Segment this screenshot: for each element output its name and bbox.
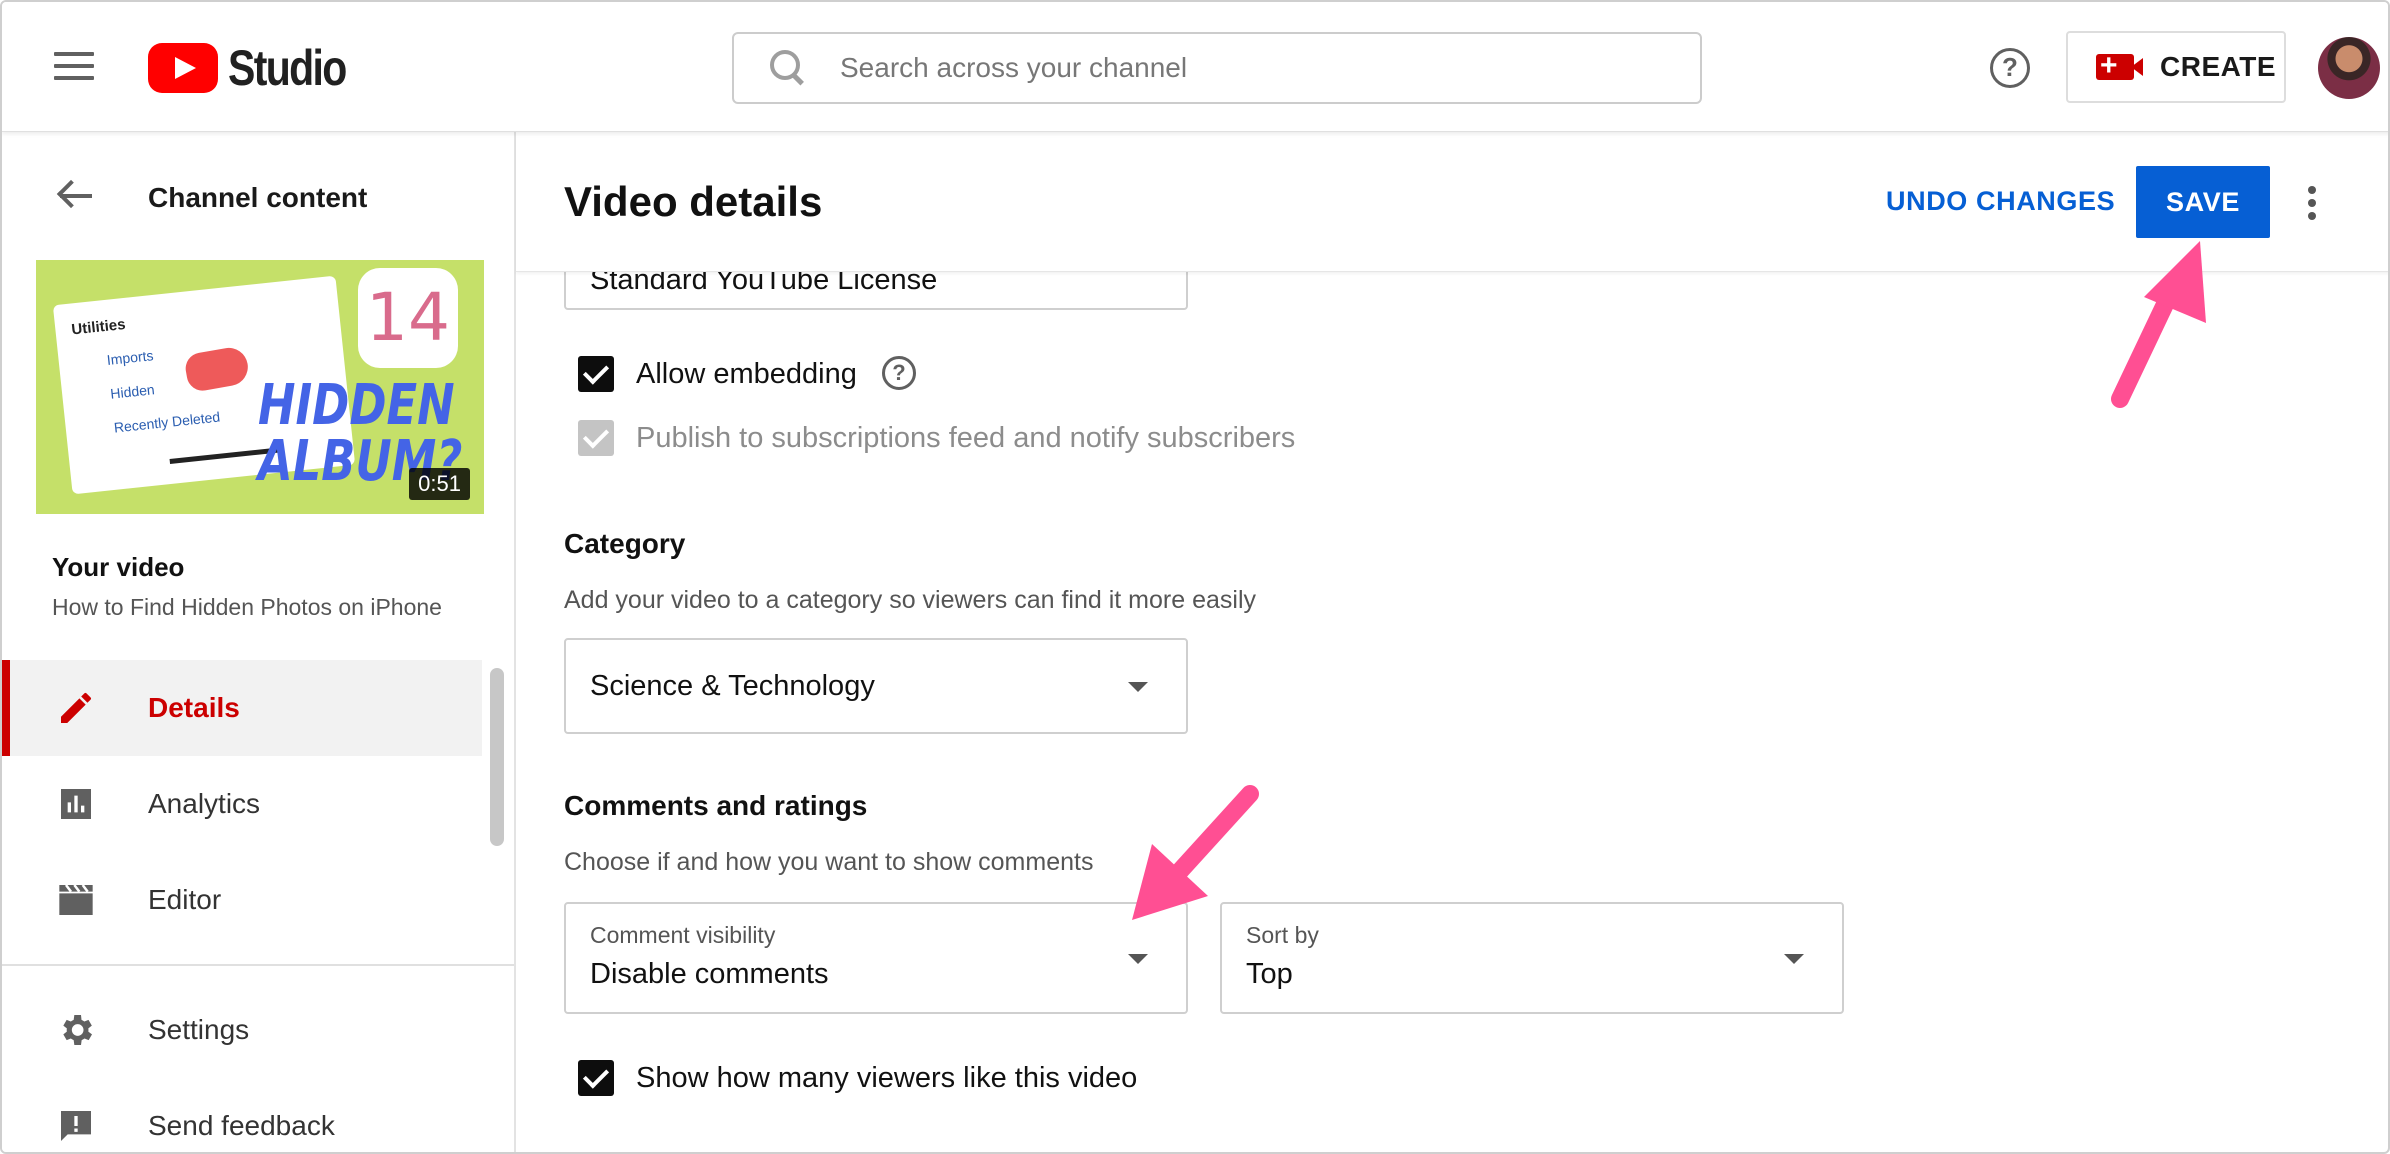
sidebar-item-label: Details <box>148 692 240 723</box>
category-dropdown[interactable]: Science & Technology <box>564 638 1188 734</box>
video-thumbnail[interactable]: Utilities Imports Hidden Recently Delete… <box>36 260 484 514</box>
more-options-icon[interactable] <box>2304 186 2320 222</box>
app-window: Studio ? CREATE Channel content Utilitie… <box>0 0 2390 1154</box>
allow-embedding-label: Allow embedding <box>636 358 857 390</box>
create-button[interactable]: CREATE <box>2066 31 2286 103</box>
clapperboard-icon <box>59 884 93 915</box>
thumbnail-card-row: Imports <box>106 347 155 368</box>
sidebar: Channel content Utilities Imports Hidden… <box>2 132 516 1152</box>
save-button[interactable]: SAVE <box>2136 166 2270 238</box>
details-header: Video details UNDO CHANGES SAVE <box>516 132 2388 272</box>
sidebar-item-editor[interactable]: Editor <box>2 852 482 948</box>
avatar[interactable] <box>2318 37 2380 99</box>
logo-text: Studio <box>228 40 347 96</box>
comment-visibility-caption: Comment visibility <box>590 922 776 948</box>
sidebar-item-settings[interactable]: Settings <box>2 982 482 1078</box>
sidebar-item-details[interactable]: Details <box>2 660 482 756</box>
video-title: How to Find Hidden Photos on iPhone <box>52 594 442 620</box>
top-bar: Studio ? CREATE <box>2 2 2388 132</box>
your-video-label: Your video <box>52 552 185 582</box>
help-icon[interactable]: ? <box>882 356 916 390</box>
main-content: Standard YouTube License Video details U… <box>516 132 2388 1152</box>
sidebar-item-label: Editor <box>148 884 222 915</box>
category-description: Add your video to a category so viewers … <box>564 586 1257 614</box>
sidebar-item-send-feedback[interactable]: Send feedback <box>2 1078 482 1152</box>
publish-to-subscriptions-checkbox <box>578 420 614 456</box>
comments-title: Comments and ratings <box>564 790 868 821</box>
publish-to-subscriptions-label: Publish to subscriptions feed and notify… <box>636 422 1296 454</box>
pencil-icon <box>61 692 91 723</box>
chevron-down-icon <box>1784 954 1804 964</box>
search-bar <box>732 32 1702 104</box>
search-icon[interactable] <box>768 48 808 88</box>
thumbnail-card-heading: Utilities <box>70 315 127 339</box>
chevron-down-icon <box>1128 954 1148 964</box>
feedback-icon <box>61 1111 91 1141</box>
category-value: Science & Technology <box>590 670 875 702</box>
page-title: Video details <box>564 178 823 225</box>
video-duration: 0:51 <box>409 468 470 500</box>
sidebar-item-label: Settings <box>148 1014 250 1045</box>
chevron-down-icon <box>1128 682 1148 692</box>
undo-changes-button[interactable]: UNDO CHANGES <box>1886 186 2115 217</box>
youtube-studio-logo[interactable]: Studio <box>148 40 372 96</box>
sidebar-divider <box>2 964 514 966</box>
video-camera-icon <box>2096 48 2143 84</box>
sidebar-item-label: Analytics <box>148 788 261 819</box>
comment-visibility-value: Disable comments <box>590 958 829 990</box>
allow-embedding-checkbox[interactable] <box>578 356 614 392</box>
analytics-icon <box>61 789 91 819</box>
sidebar-item-label: Send feedback <box>148 1110 335 1141</box>
sort-by-value: Top <box>1246 958 1293 990</box>
search-input[interactable] <box>840 52 1660 84</box>
thumbnail-card-row: Hidden <box>109 381 156 402</box>
sidebar-scrollbar[interactable] <box>490 668 504 846</box>
comment-visibility-dropdown[interactable]: Comment visibility Disable comments <box>564 902 1188 1014</box>
thumbnail-headline: HIDDEN ALBUM? <box>258 373 463 494</box>
back-arrow-icon[interactable] <box>56 178 96 214</box>
youtube-play-icon <box>148 43 218 93</box>
category-title: Category <box>564 528 686 559</box>
sidebar-item-analytics[interactable]: Analytics <box>2 756 482 852</box>
create-label: CREATE <box>2160 51 2277 82</box>
sort-by-caption: Sort by <box>1246 922 1319 948</box>
menu-icon[interactable] <box>54 52 94 82</box>
show-likes-label: Show how many viewers like this video <box>636 1062 1138 1094</box>
show-likes-checkbox[interactable] <box>578 1060 614 1096</box>
help-icon[interactable]: ? <box>1990 48 2030 88</box>
comments-description: Choose if and how you want to show comme… <box>564 848 1094 876</box>
ios-badge: 14 <box>358 268 458 368</box>
sort-by-dropdown[interactable]: Sort by Top <box>1220 902 1844 1014</box>
thumbnail-card-row: Recently Deleted <box>113 408 221 436</box>
channel-content-link[interactable]: Channel content <box>148 182 367 214</box>
gear-icon <box>63 1015 92 1045</box>
